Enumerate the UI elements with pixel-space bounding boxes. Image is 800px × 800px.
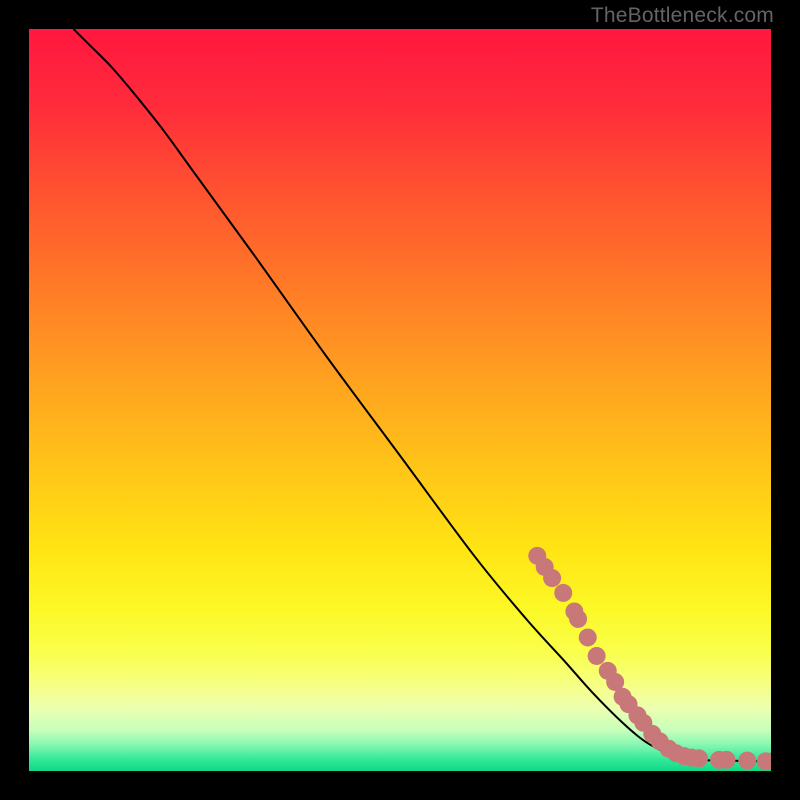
gradient-background (29, 29, 771, 771)
data-marker (579, 628, 597, 646)
chart-frame: TheBottleneck.com (0, 0, 800, 800)
data-marker (569, 610, 587, 628)
chart-svg (29, 29, 771, 771)
data-marker (717, 751, 735, 769)
watermark-text: TheBottleneck.com (591, 4, 774, 28)
data-marker (543, 569, 561, 587)
data-marker (588, 647, 606, 665)
data-marker (554, 584, 572, 602)
data-marker (690, 749, 708, 767)
data-marker (738, 752, 756, 770)
plot-area (29, 29, 771, 771)
